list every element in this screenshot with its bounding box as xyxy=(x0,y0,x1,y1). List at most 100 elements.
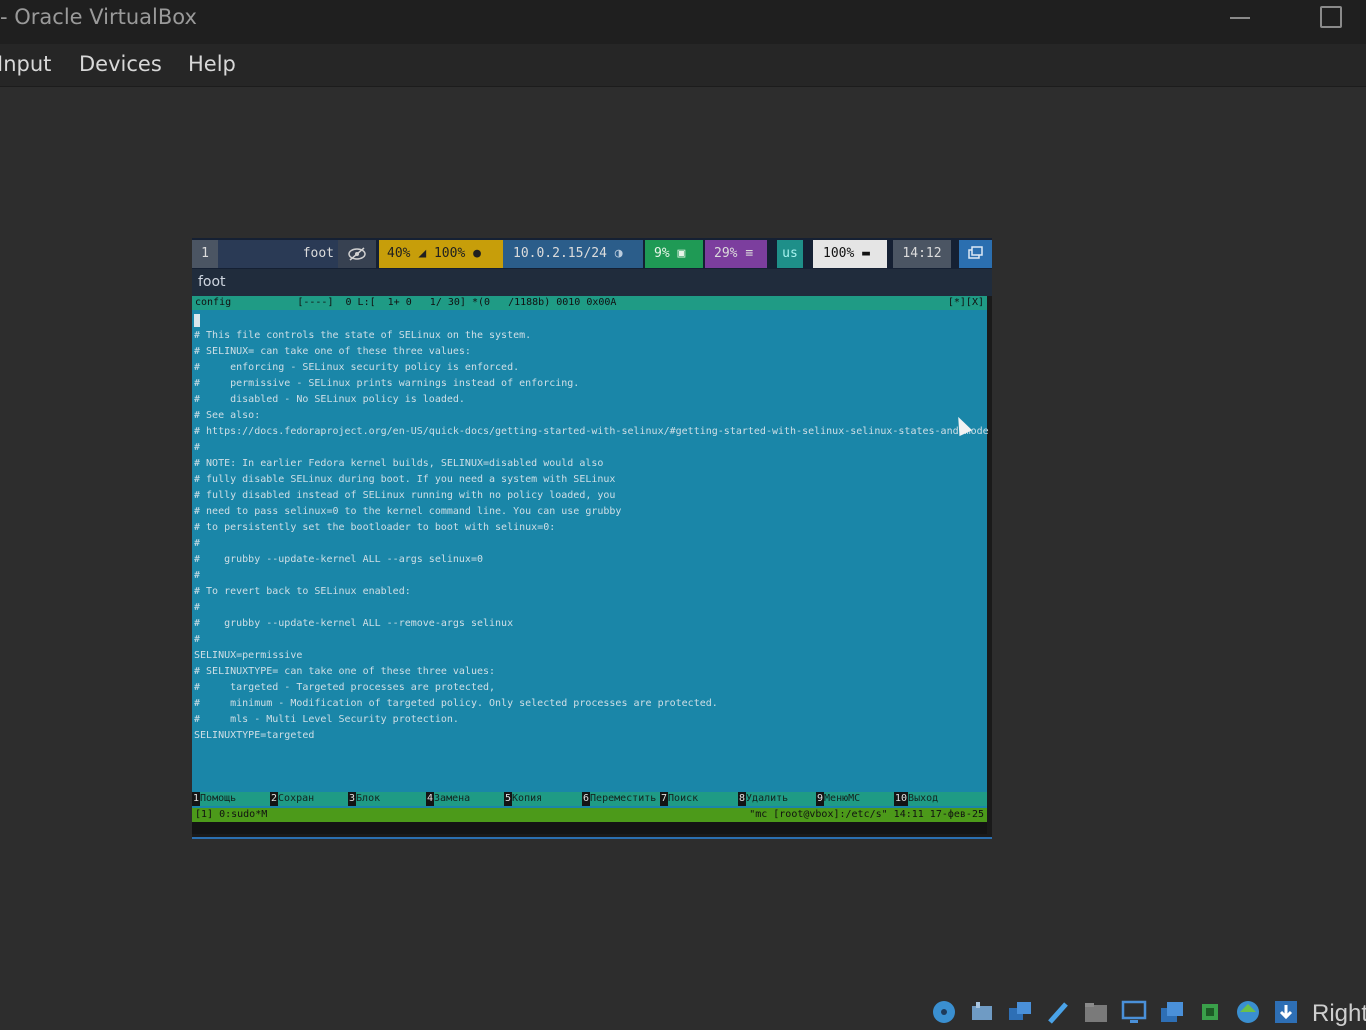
editor-line: # xyxy=(194,570,201,581)
fkey-number: 6 xyxy=(582,792,591,806)
guest-display[interactable]: 1 foot 40% ◢ 100% ● 10.0.2.15/24 ◑ 9% ▣ … xyxy=(192,238,992,839)
speaker-icon: ◢ xyxy=(418,246,427,261)
fkey-5[interactable]: 5Копия xyxy=(504,792,542,806)
terminal-blank-line xyxy=(192,822,987,834)
editor-line: SELINUXTYPE=targeted xyxy=(194,730,315,741)
active-window-label: foot xyxy=(218,240,338,268)
fkey-7[interactable]: 7Поиск xyxy=(660,792,698,806)
display-icon[interactable] xyxy=(1120,998,1148,1026)
fkey-number: 3 xyxy=(348,792,357,806)
guest-additions-icon[interactable] xyxy=(1234,998,1262,1026)
function-key-bar: 1Помощь 2Сохран 3Блок 4Замена 5Копия 6Перемес… xyxy=(192,792,987,806)
tmux-session: [1] 0:sudo*M xyxy=(195,809,268,820)
editor-line: # need to pass selinux=0 to the kernel c… xyxy=(194,506,622,517)
fkey-number: 4 xyxy=(426,792,435,806)
menu-input[interactable]: Input xyxy=(0,52,51,76)
editor-line: # https://docs.fedoraproject.org/en-US/q… xyxy=(194,426,989,437)
optical-drive-icon[interactable] xyxy=(930,998,958,1026)
tmux-info: "mc [root@vbox]:/etc/s" 14:11 17-фев-25 xyxy=(749,809,984,820)
idle-inhibitor[interactable] xyxy=(338,240,376,268)
battery-value: 100% xyxy=(823,246,855,261)
editor-line: # NOTE: In earlier Fedora kernel builds,… xyxy=(194,458,604,469)
menu-devices[interactable]: Devices xyxy=(79,52,162,76)
download-icon[interactable] xyxy=(1272,998,1300,1026)
ethernet-icon: ◑ xyxy=(614,246,623,261)
editor-line: # See also: xyxy=(194,410,261,421)
editor-header-flags[interactable]: [*][X] xyxy=(948,296,984,310)
tray-module[interactable] xyxy=(959,240,992,268)
fkey-number: 8 xyxy=(738,792,747,806)
host-key-label[interactable]: Right xyxy=(1312,1000,1366,1028)
editor-line: # fully disable SELinux during boot. If … xyxy=(194,474,616,485)
window-titlebar: - Oracle VirtualBox xyxy=(0,0,1366,44)
fkey-number: 5 xyxy=(504,792,513,806)
guest-bottom-border xyxy=(192,834,992,839)
editor-line: # disabled - No SELinux policy is loaded… xyxy=(194,394,465,405)
memory-module[interactable]: 29% ≡ xyxy=(705,240,767,268)
file-content[interactable]: # This file controls the state of SELinu… xyxy=(194,328,989,744)
menu-help[interactable]: Help xyxy=(188,52,236,76)
fkey-2[interactable]: 2Сохран xyxy=(270,792,314,806)
audio-icon[interactable] xyxy=(968,998,996,1026)
editor-header: config [----] 0 L:[ 1+ 0 1/ 30] *(0 /118… xyxy=(192,296,987,310)
fkey-4[interactable]: 4Замена xyxy=(426,792,470,806)
editor-line: # minimum - Modification of targeted pol… xyxy=(194,698,718,709)
memory-icon: ≡ xyxy=(745,246,754,261)
terminal-editor[interactable]: config [----] 0 L:[ 1+ 0 1/ 30] *(0 /118… xyxy=(192,296,989,834)
clock[interactable]: 14:12 xyxy=(893,240,951,268)
waybar: 1 foot 40% ◢ 100% ● 10.0.2.15/24 ◑ 9% ▣ … xyxy=(192,238,992,269)
cpu-value: 9% xyxy=(654,246,670,261)
tmux-status-bar: [1] 0:sudo*M "mc [root@vbox]:/etc/s" 14:1… xyxy=(192,808,987,822)
editor-line: # fully disabled instead of SELinux runn… xyxy=(194,490,616,501)
fkey-label: Сохран xyxy=(278,793,315,804)
fkey-number: 2 xyxy=(270,792,279,806)
editor-line: # xyxy=(194,442,201,453)
editor-line: # xyxy=(194,602,201,613)
cpu-indicator-icon[interactable] xyxy=(1196,998,1224,1026)
editor-line: # SELINUX= can take one of these three v… xyxy=(194,346,471,357)
fkey-label: Помощь xyxy=(200,793,237,804)
network-icon[interactable] xyxy=(1006,998,1034,1026)
terminal-title: foot xyxy=(192,269,992,296)
usb-icon[interactable] xyxy=(1044,998,1072,1026)
battery-module[interactable]: 100% ▬ xyxy=(813,240,887,268)
editor-line: # permissive - SELinux prints warnings i… xyxy=(194,378,580,389)
fkey-3[interactable]: 3Блок xyxy=(348,792,380,806)
editor-line: # to persistently set the bootloader to … xyxy=(194,522,556,533)
editor-line: # xyxy=(194,538,201,549)
fkey-label: Переместить xyxy=(590,793,657,804)
fkey-1[interactable]: 1Помощь xyxy=(192,792,236,806)
editor-line: # xyxy=(194,634,201,645)
fkey-label: Блок xyxy=(356,793,381,804)
menubar: Input Devices Help xyxy=(0,44,1366,87)
fkey-8[interactable]: 8Удалить xyxy=(738,792,788,806)
window-title: - Oracle VirtualBox xyxy=(0,5,197,29)
editor-line: # To revert back to SELinux enabled: xyxy=(194,586,411,597)
maximize-icon[interactable] xyxy=(1320,6,1342,28)
recording-icon[interactable] xyxy=(1158,998,1186,1026)
fkey-label: МенюMC xyxy=(824,793,861,804)
shared-folders-icon[interactable] xyxy=(1082,998,1110,1026)
editor-header-info: config [----] 0 L:[ 1+ 0 1/ 30] *(0 /118… xyxy=(195,297,617,308)
microphone-icon: ● xyxy=(473,246,481,261)
editor-line: # grubby --update-kernel ALL --remove-ar… xyxy=(194,618,514,629)
audio-module[interactable]: 40% ◢ 100% ● xyxy=(379,240,503,268)
fkey-9[interactable]: 9МенюMC xyxy=(816,792,860,806)
minimize-icon[interactable] xyxy=(1228,6,1252,30)
fkey-10[interactable]: 10Выход xyxy=(894,792,938,806)
network-address: 10.0.2.15/24 xyxy=(513,246,607,261)
fkey-number: 9 xyxy=(816,792,825,806)
workspace-button[interactable]: 1 xyxy=(192,240,218,268)
editor-line: # This file controls the state of SELinu… xyxy=(194,330,532,341)
editor-line: # SELINUXTYPE= can take one of these thr… xyxy=(194,666,496,677)
windows-icon xyxy=(968,246,983,259)
fkey-number: 10 xyxy=(894,792,909,806)
fkey-6[interactable]: 6Переместить xyxy=(582,792,656,806)
cpu-module[interactable]: 9% ▣ xyxy=(645,240,703,268)
network-module[interactable]: 10.0.2.15/24 ◑ xyxy=(503,240,643,268)
keyboard-layout[interactable]: us xyxy=(777,240,803,268)
fkey-label: Удалить xyxy=(746,793,789,804)
volume-value: 40% xyxy=(387,246,411,261)
editor-line: # mls - Multi Level Security protection. xyxy=(194,714,459,725)
battery-icon: ▬ xyxy=(862,246,870,261)
